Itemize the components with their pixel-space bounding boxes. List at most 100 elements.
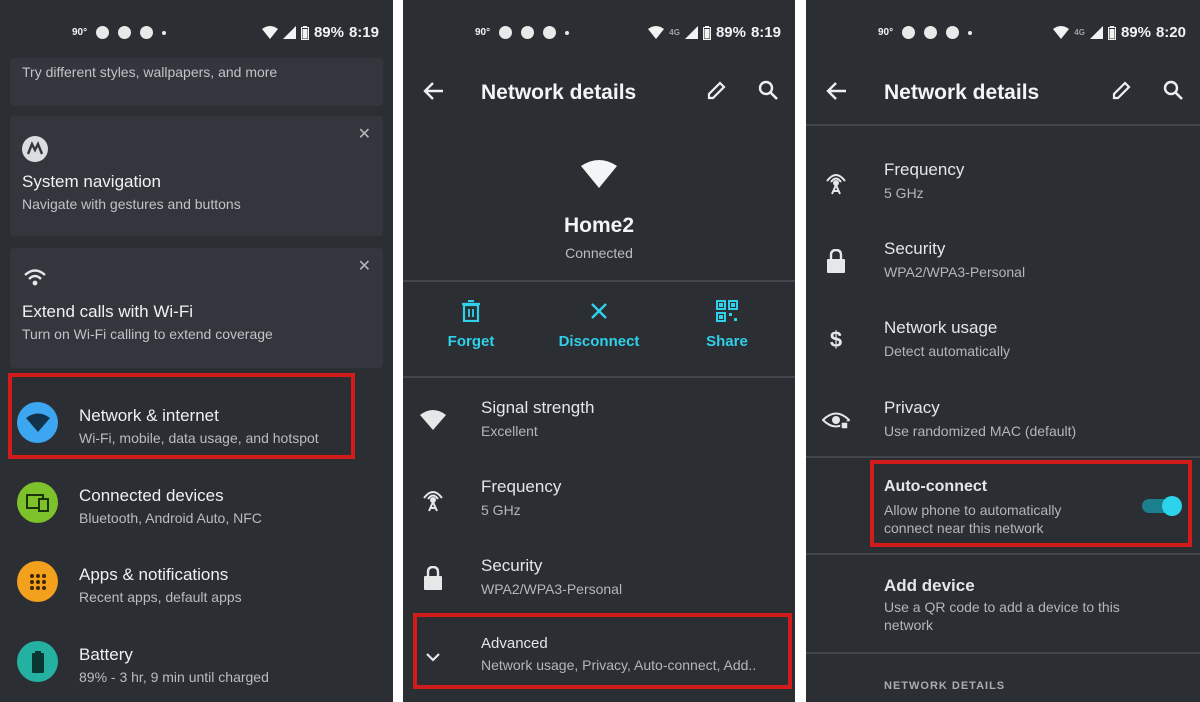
- highlight-auto-connect: [870, 460, 1192, 547]
- menu-item-battery[interactable]: Battery 89% - 3 hr, 9 min until charged: [0, 629, 393, 699]
- battery-status-icon: [702, 25, 711, 40]
- cell-signal-icon: [1089, 26, 1103, 39]
- highlight-network-internet: [8, 373, 355, 459]
- row-title: Network usage: [884, 318, 998, 337]
- menu-subtitle: Recent apps, default apps: [79, 589, 242, 605]
- apps-grid-icon: [17, 561, 58, 602]
- wifi-icon: [419, 406, 447, 434]
- battery-percent: 89%: [1120, 24, 1151, 41]
- menu-title: Connected devices: [79, 486, 224, 505]
- share-label: Share: [706, 333, 748, 350]
- row-subtitle-line2: network: [884, 617, 934, 633]
- edit-pencil-icon[interactable]: [705, 80, 727, 102]
- forget-button[interactable]: Forget: [411, 299, 531, 350]
- app-bar: Network details: [806, 66, 1200, 122]
- status-temperature: 90°: [475, 27, 491, 38]
- dismiss-icon[interactable]: ✕: [358, 256, 371, 276]
- styles-card-subtitle: Try different styles, wallpapers, and mo…: [22, 64, 278, 80]
- wifi-calling-card[interactable]: ✕ Extend calls with Wi-Fi Turn on Wi-Fi …: [10, 248, 383, 368]
- network-name: Home2: [563, 214, 635, 237]
- wifi-icon: [403, 160, 795, 188]
- status-notification-icon: [902, 26, 916, 39]
- divider: [806, 553, 1200, 555]
- status-shield-icon: [118, 26, 132, 39]
- dismiss-icon[interactable]: ✕: [358, 124, 371, 144]
- dollar-icon: $: [829, 327, 843, 352]
- disconnect-label: Disconnect: [558, 333, 640, 350]
- share-button[interactable]: Share: [667, 300, 787, 350]
- divider: [806, 652, 1200, 654]
- trash-icon: [462, 299, 480, 323]
- card-title: System navigation: [22, 172, 161, 191]
- divider: [806, 124, 1200, 126]
- lock-icon: [822, 247, 850, 275]
- battery-status-icon: [1107, 25, 1116, 40]
- menu-title: Apps & notifications: [79, 565, 229, 584]
- status-shield-icon: [924, 26, 938, 39]
- frequency-row: Frequency 5 GHz: [806, 152, 1200, 218]
- add-device-row[interactable]: Add device Use a QR code to add a device…: [806, 568, 1200, 648]
- row-title: Signal strength: [481, 398, 595, 417]
- lock-icon: [419, 564, 447, 592]
- status-photo-icon: [140, 26, 154, 39]
- antenna-icon: [419, 485, 447, 513]
- row-subtitle: Use randomized MAC (default): [884, 423, 1077, 439]
- cell-signal-icon: [684, 26, 698, 39]
- battery-icon: [17, 641, 58, 682]
- settings-panel: 90° 89% 8:19 Try different styles, wallp…: [0, 0, 393, 702]
- status-photo-icon: [946, 26, 960, 39]
- wifi-status-icon: [261, 26, 278, 39]
- network-details-panel-expanded: 90° 4G 89% 8:20 Network details Frequenc…: [806, 0, 1200, 702]
- qr-code-icon: [716, 300, 738, 322]
- status-bar: 90° 4G 89% 8:20: [806, 22, 1200, 48]
- battery-status-icon: [300, 25, 309, 40]
- status-bar: 90° 4G 89% 8:19: [403, 22, 795, 48]
- network-status: Connected: [565, 245, 633, 261]
- network-usage-row[interactable]: $ Network usage Detect automatically: [806, 310, 1200, 376]
- frequency-row: Frequency 5 GHz: [403, 469, 795, 535]
- row-subtitle: WPA2/WPA3-Personal: [481, 581, 623, 597]
- privacy-row[interactable]: Privacy Use randomized MAC (default): [806, 390, 1200, 456]
- network-details-panel: 90° 4G 89% 8:19 Network details Home2 Co…: [403, 0, 795, 702]
- security-row: Security WPA2/WPA3-Personal: [806, 231, 1200, 297]
- battery-percent: 89%: [715, 24, 746, 41]
- card-subtitle: Navigate with gestures and buttons: [22, 196, 241, 212]
- menu-item-connected-devices[interactable]: Connected devices Bluetooth, Android Aut…: [0, 470, 393, 540]
- row-subtitle: WPA2/WPA3-Personal: [884, 264, 1026, 280]
- highlight-advanced: [413, 613, 792, 689]
- status-more-icon: [565, 30, 570, 35]
- status-notification-icon: [96, 26, 110, 39]
- card-title: Extend calls with Wi-Fi: [22, 302, 193, 321]
- clock: 8:20: [1155, 24, 1186, 41]
- menu-subtitle: 89% - 3 hr, 9 min until charged: [79, 669, 269, 685]
- status-temperature: 90°: [72, 27, 88, 38]
- menu-item-apps-notifications[interactable]: Apps & notifications Recent apps, defaul…: [0, 549, 393, 619]
- cell-signal-icon: [282, 26, 296, 39]
- divider: [403, 376, 795, 378]
- row-title: Security: [884, 239, 946, 258]
- section-label: NETWORK DETAILS: [884, 680, 1006, 692]
- antenna-icon: [822, 168, 850, 196]
- search-icon[interactable]: [757, 79, 779, 101]
- row-subtitle-line1: Use a QR code to add a device to this: [884, 599, 1120, 615]
- app-bar: Network details: [403, 66, 795, 122]
- system-navigation-card[interactable]: ✕ System navigation Navigate with gestur…: [10, 116, 383, 236]
- back-arrow-icon[interactable]: [423, 80, 445, 102]
- battery-percent: 89%: [313, 24, 344, 41]
- network-type: 4G: [1074, 28, 1085, 37]
- status-temperature: 90°: [878, 27, 894, 38]
- back-arrow-icon[interactable]: [826, 80, 848, 102]
- wifi-icon: [24, 269, 46, 286]
- styles-card[interactable]: Try different styles, wallpapers, and mo…: [10, 58, 383, 106]
- search-icon[interactable]: [1162, 79, 1184, 101]
- divider: [403, 280, 795, 282]
- row-title: Frequency: [481, 477, 562, 496]
- status-photo-icon: [543, 26, 557, 39]
- status-bar: 90° 89% 8:19: [0, 22, 393, 48]
- edit-pencil-icon[interactable]: [1110, 80, 1132, 102]
- menu-subtitle: Bluetooth, Android Auto, NFC: [79, 510, 262, 526]
- clock: 8:19: [750, 24, 781, 41]
- disconnect-button[interactable]: Disconnect: [539, 300, 659, 350]
- divider: [806, 456, 1200, 458]
- motorola-logo-icon: [22, 136, 48, 162]
